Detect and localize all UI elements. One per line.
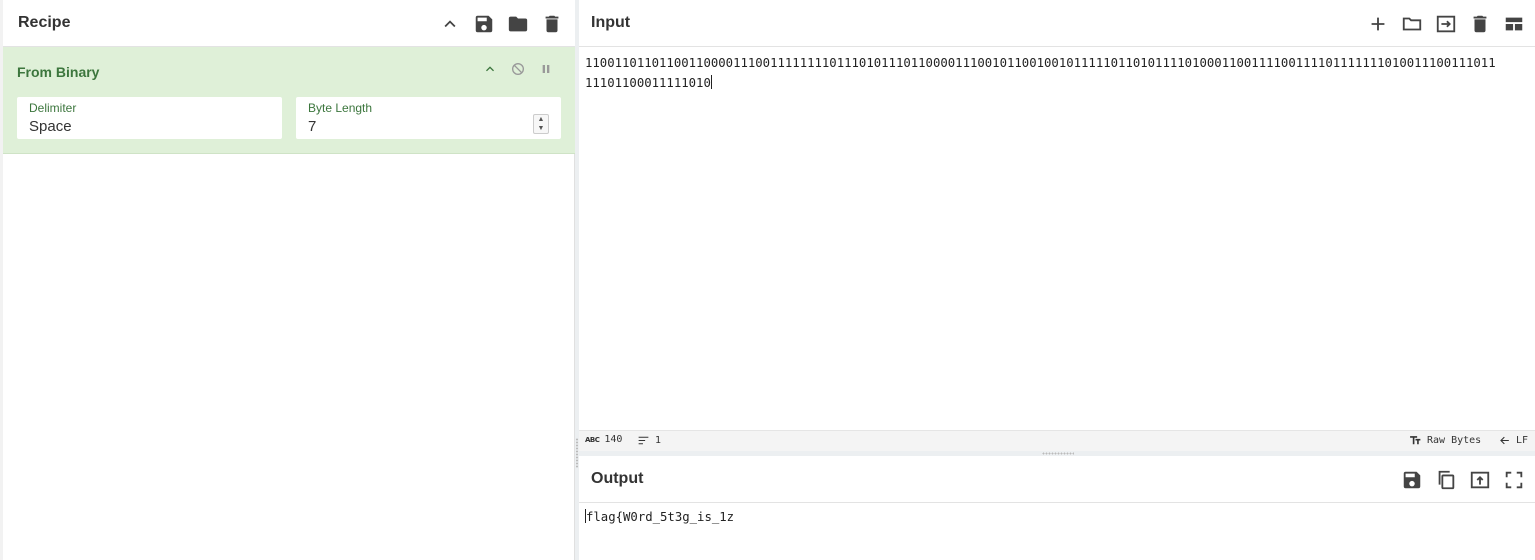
replace-input-button[interactable] bbox=[1463, 463, 1497, 497]
eol-selector[interactable]: LF bbox=[1498, 434, 1528, 447]
layout-icon bbox=[1505, 17, 1523, 30]
operation-title: From Binary bbox=[17, 64, 100, 80]
delimiter-field[interactable]: Delimiter Space bbox=[17, 97, 282, 139]
save-recipe-button[interactable] bbox=[467, 7, 501, 41]
lines-value: 1 bbox=[655, 435, 662, 446]
stepper-up-icon[interactable]: ▲ bbox=[538, 115, 545, 124]
trash-icon bbox=[545, 15, 559, 32]
recipe-pane: Recipe From Binary Delimiter Space Byte … bbox=[0, 0, 575, 560]
input-title: Input bbox=[591, 14, 631, 31]
recipe-header: Recipe bbox=[3, 0, 575, 47]
lines-icon bbox=[638, 436, 649, 445]
disable-operation-button[interactable] bbox=[507, 58, 529, 80]
text-size-icon bbox=[1410, 436, 1421, 445]
folder-icon bbox=[508, 16, 528, 31]
clear-input-button[interactable] bbox=[1463, 7, 1497, 41]
replace-input-icon bbox=[1470, 471, 1490, 488]
maximise-output-button[interactable] bbox=[1497, 463, 1531, 497]
disable-icon bbox=[512, 63, 524, 75]
encoding-value: Raw Bytes bbox=[1427, 435, 1482, 446]
open-file-button[interactable] bbox=[1395, 7, 1429, 41]
recipe-toolbar bbox=[433, 0, 569, 47]
byte-length-field[interactable]: Byte Length 7 ▲ ▼ bbox=[296, 97, 561, 139]
trash-icon bbox=[1473, 15, 1487, 32]
output-textarea[interactable]: flag{W0rd_5t3g_is_1z bbox=[579, 503, 1535, 560]
add-tab-button[interactable] bbox=[1361, 7, 1395, 41]
abc-icon: ABC bbox=[585, 435, 600, 444]
length-value: 140 bbox=[604, 434, 623, 445]
input-toolbar bbox=[1361, 0, 1531, 47]
recipe-list: From Binary Delimiter Space Byte Length … bbox=[3, 47, 575, 154]
eol-value: LF bbox=[1516, 435, 1529, 446]
io-pane: Input 1100110110110011000011100111111110… bbox=[579, 0, 1535, 560]
save-output-button[interactable] bbox=[1395, 463, 1429, 497]
output-header: Output bbox=[579, 456, 1535, 503]
delimiter-value[interactable]: Space bbox=[29, 118, 72, 135]
input-line-1: 1100110110110011000011100111111110111010… bbox=[585, 56, 1496, 70]
encoding-selector[interactable]: Raw Bytes bbox=[1409, 434, 1481, 447]
save-icon bbox=[475, 15, 493, 32]
copy-output-button[interactable] bbox=[1429, 463, 1463, 497]
length-indicator: ABC 140 bbox=[585, 434, 622, 445]
lines-indicator: 1 bbox=[637, 434, 661, 447]
open-folder-button[interactable] bbox=[1429, 7, 1463, 41]
clear-recipe-button[interactable] bbox=[535, 7, 569, 41]
input-to-output-icon bbox=[1436, 15, 1456, 32]
text-cursor bbox=[710, 75, 712, 89]
delimiter-label: Delimiter bbox=[29, 101, 77, 115]
folder-icon bbox=[1402, 17, 1422, 30]
pause-operation-button[interactable] bbox=[535, 58, 557, 80]
maximise-icon bbox=[1505, 471, 1523, 488]
load-recipe-button[interactable] bbox=[501, 7, 535, 41]
stepper-down-icon[interactable]: ▼ bbox=[538, 124, 545, 133]
plus-icon bbox=[1371, 17, 1385, 30]
operation-from-binary[interactable]: From Binary Delimiter Space Byte Length … bbox=[3, 47, 575, 154]
input-status-bar: ABC 140 1 Raw Bytes LF bbox=[579, 430, 1535, 451]
save-icon bbox=[1403, 471, 1421, 488]
operation-controls bbox=[479, 58, 557, 80]
input-header: Input bbox=[579, 0, 1535, 47]
input-line-2: 11101100011111010 bbox=[585, 76, 711, 90]
collapse-operation-button[interactable] bbox=[479, 58, 501, 80]
output-title: Output bbox=[591, 470, 644, 487]
output-toolbar bbox=[1395, 456, 1531, 503]
chevron-up-icon bbox=[444, 19, 456, 27]
return-arrow-icon bbox=[1500, 436, 1509, 445]
byte-length-value[interactable]: 7 bbox=[308, 118, 316, 135]
recipe-title: Recipe bbox=[18, 14, 71, 31]
collapse-recipe-button[interactable] bbox=[433, 7, 467, 41]
input-textarea[interactable]: 1100110110110011000011100111111110111010… bbox=[579, 47, 1535, 430]
byte-length-stepper[interactable]: ▲ ▼ bbox=[533, 114, 549, 134]
byte-length-label: Byte Length bbox=[308, 101, 373, 115]
reset-layout-button[interactable] bbox=[1497, 7, 1531, 41]
chevron-up-icon bbox=[486, 66, 494, 72]
copy-icon bbox=[1438, 470, 1455, 489]
pause-icon bbox=[542, 65, 550, 73]
output-text: flag{W0rd_5t3g_is_1z bbox=[586, 510, 735, 524]
